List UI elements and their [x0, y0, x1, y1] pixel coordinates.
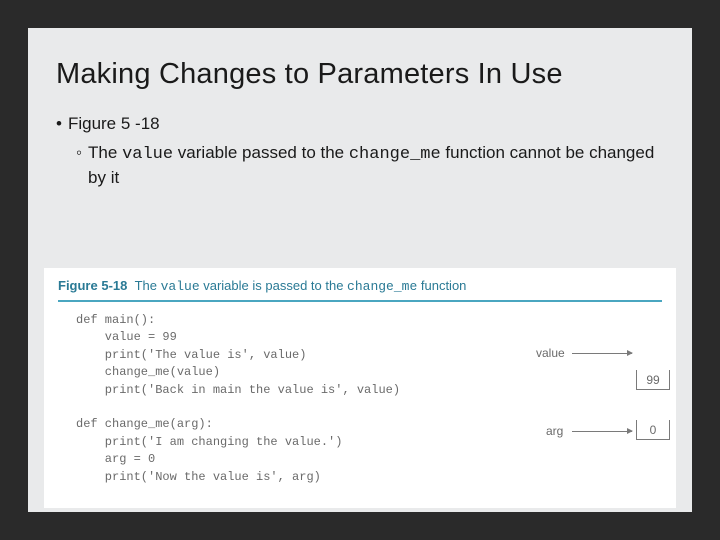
box-value: 99	[636, 370, 670, 390]
figure-caption-code1: value	[161, 279, 200, 294]
diagram-column: value 99 arg 0	[466, 312, 662, 486]
bullet-dot-icon	[56, 113, 62, 136]
bullet1-text: Figure 5 -18	[68, 113, 160, 136]
label-value: value	[536, 346, 565, 360]
arrow-icon	[572, 353, 632, 354]
figure-divider	[58, 300, 662, 302]
bullet2-code2: change_me	[349, 145, 441, 164]
label-arg: arg	[546, 424, 563, 438]
figure-panel: Figure 5-18 The value variable is passed…	[44, 268, 676, 508]
figure-caption-pre: The	[135, 278, 161, 293]
arrow-icon	[572, 431, 632, 432]
bullet2-mid: variable passed to the	[173, 143, 349, 162]
bullet2-text: The value variable passed to the change_…	[88, 142, 658, 190]
slide: Making Changes to Parameters In Use Figu…	[28, 28, 692, 512]
bullet-ring-icon	[76, 142, 82, 190]
code-listing: def main(): value = 99 print('The value …	[58, 312, 448, 486]
box-arg: 0	[636, 420, 670, 440]
figure-caption-post: function	[417, 278, 466, 293]
slide-title: Making Changes to Parameters In Use	[28, 28, 692, 99]
bullet-level-2: The value variable passed to the change_…	[76, 142, 664, 190]
bullet-level-1: Figure 5 -18	[56, 113, 664, 136]
figure-caption-label: Figure 5-18	[58, 278, 127, 293]
bullet2-pre: The	[88, 143, 122, 162]
figure-caption: Figure 5-18 The value variable is passed…	[58, 278, 662, 300]
figure-caption-code2: change_me	[347, 279, 417, 294]
slide-body: Figure 5 -18 The value variable passed t…	[28, 99, 692, 190]
figure-caption-mid: variable is passed to the	[200, 278, 347, 293]
bullet2-code1: value	[122, 145, 173, 164]
figure-body: def main(): value = 99 print('The value …	[58, 312, 662, 486]
